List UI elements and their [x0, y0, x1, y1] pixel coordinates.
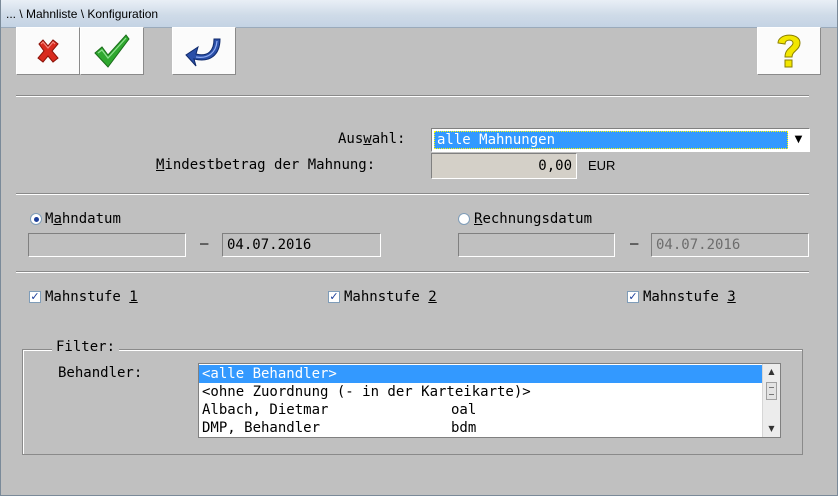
mahnstufe-3-checkbox[interactable]: ✓: [627, 291, 639, 303]
auswahl-value: alle Mahnungen: [437, 132, 556, 148]
mahndatum-from-input[interactable]: [28, 233, 186, 257]
mahnstufe-2-label: Mahnstufe 2: [344, 289, 437, 305]
list-item[interactable]: DMP, Behandler bdm: [199, 419, 762, 437]
undo-arrow-icon: [185, 38, 221, 67]
window-border: [0, 0, 1, 496]
list-item[interactable]: <alle Behandler>: [199, 365, 762, 383]
cancel-button[interactable]: [16, 27, 80, 75]
mahnstufe-2-checkbox[interactable]: ✓: [328, 291, 340, 303]
mahndatum-to-input[interactable]: 04.07.2016: [222, 233, 381, 257]
list-item[interactable]: Albach, Dietmar oal: [199, 401, 762, 419]
mindestbetrag-value: 0,00: [538, 158, 572, 174]
separator: [16, 271, 809, 273]
mindestbetrag-input[interactable]: 0,00: [431, 153, 577, 179]
behandler-label: Behandler:: [58, 365, 143, 381]
window-title: ... \ Mahnliste \ Konfiguration: [6, 7, 159, 21]
ok-button[interactable]: [80, 27, 144, 75]
help-button[interactable]: [757, 27, 821, 75]
mahnstufe-1-checkbox[interactable]: ✓: [29, 291, 41, 303]
rechnungsdatum-label: Rechnungsdatum: [474, 211, 593, 227]
mahndatum-label: Mahndatum: [45, 211, 121, 227]
behandler-list[interactable]: <alle Behandler> <ohne Zuordnung (- in d…: [198, 363, 781, 438]
auswahl-select[interactable]: alle Mahnungen ▼: [431, 128, 810, 152]
radio-dot: [33, 216, 39, 222]
currency-label: EUR: [588, 158, 616, 173]
filter-group-label: Filter:: [52, 339, 120, 355]
rechnungsdatum-to-input[interactable]: 04.07.2016: [651, 233, 809, 257]
green-check-icon: [94, 34, 130, 68]
rechnungsdatum-from-input[interactable]: [458, 233, 615, 257]
title-bar: ... \ Mahnliste \ Konfiguration: [0, 0, 838, 28]
yellow-question-icon: [777, 34, 801, 68]
list-scrollbar[interactable]: ▲ ▼: [762, 364, 780, 437]
mahnstufe-1-label: Mahnstufe 1: [45, 289, 138, 305]
range-dash: –: [200, 236, 209, 252]
chevron-down-icon[interactable]: ▼: [790, 131, 807, 149]
scroll-up-icon[interactable]: ▲: [763, 365, 780, 379]
list-item[interactable]: <ohne Zuordnung (- in der Karteikarte)>: [199, 383, 762, 401]
rechnungsdatum-radio[interactable]: [458, 213, 470, 225]
auswahl-label: Auswahl:: [338, 131, 406, 147]
mindestbetrag-label: Mindestbetrag der Mahnung:: [156, 157, 376, 173]
auswahl-selected: alle Mahnungen: [434, 131, 788, 149]
back-button[interactable]: [172, 27, 236, 75]
range-dash: –: [630, 236, 639, 252]
separator: [16, 95, 809, 97]
scroll-down-icon[interactable]: ▼: [763, 422, 780, 436]
red-x-icon: [37, 39, 59, 63]
mahnstufe-3-label: Mahnstufe 3: [643, 289, 736, 305]
separator: [16, 193, 809, 195]
scroll-thumb[interactable]: [766, 382, 777, 400]
mahndatum-radio[interactable]: [30, 213, 42, 225]
